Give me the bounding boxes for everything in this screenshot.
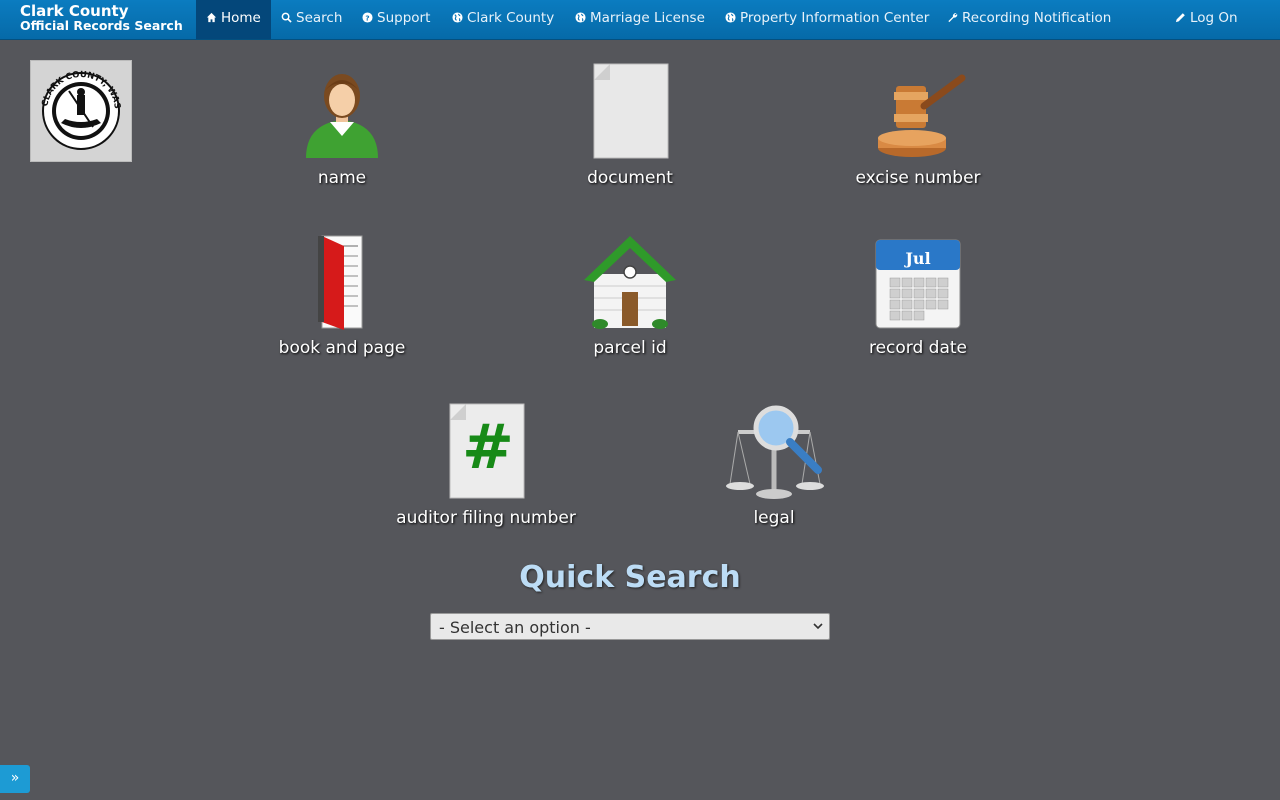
- home-icon: [206, 12, 217, 23]
- search-by-parcel-id-tile[interactable]: parcel id: [520, 232, 740, 358]
- house-icon: [584, 236, 676, 329]
- sidebar-expand-button[interactable]: »: [0, 765, 30, 793]
- search-by-book-and-page-tile[interactable]: book and page: [232, 232, 452, 358]
- search-by-document-tile[interactable]: document: [520, 62, 740, 188]
- question-circle-icon: ?: [362, 12, 373, 23]
- svg-text:?: ?: [365, 13, 369, 22]
- gavel-icon: [878, 74, 966, 157]
- nav-marriage-license[interactable]: Marriage License: [565, 0, 715, 39]
- brand-subtitle: Official Records Search: [20, 18, 183, 33]
- search-by-record-date-tile[interactable]: Jul record date: [808, 232, 1028, 358]
- nav-clark-county[interactable]: Clark County: [442, 0, 564, 39]
- calendar-month: Jul: [903, 249, 930, 268]
- nav-support-label: Support: [377, 10, 431, 26]
- nav-log-on-label: Log On: [1190, 10, 1238, 26]
- tile-label-excise-number: excise number: [855, 168, 981, 188]
- nav-search-label: Search: [296, 10, 343, 26]
- chevron-down-icon: [813, 623, 823, 630]
- county-seal-logo: CLARK COUNTY, WASHINGTON: [27, 54, 132, 162]
- nav-support[interactable]: ? Support: [352, 0, 440, 39]
- search-by-excise-number-tile[interactable]: excise number: [808, 62, 1028, 188]
- nav-clark-county-label: Clark County: [467, 10, 555, 26]
- brand[interactable]: Clark County Official Records Search: [20, 4, 183, 33]
- tile-label-name: name: [317, 168, 367, 188]
- document-icon: [593, 63, 669, 159]
- nav-marriage-license-label: Marriage License: [590, 10, 705, 26]
- book-icon: [318, 235, 363, 330]
- top-navbar: Clark County Official Records Search Hom…: [0, 0, 1280, 40]
- tile-label-legal: legal: [753, 508, 795, 528]
- globe-icon: [725, 12, 736, 23]
- nav-property-info-label: Property Information Center: [740, 10, 930, 26]
- quick-search-select[interactable]: - Select an option -: [430, 613, 830, 640]
- nav-log-on[interactable]: Log On: [1165, 0, 1248, 39]
- pencil-icon: [1175, 13, 1185, 23]
- seal-icon: CLARK COUNTY, WASHINGTON: [27, 54, 122, 150]
- hashtag-document-icon: #: [449, 403, 525, 499]
- tile-label-auditor-filing-number: auditor filing number: [396, 508, 576, 528]
- globe-icon: [575, 12, 586, 23]
- legal-scales-icon: [726, 405, 824, 499]
- search-by-legal-tile[interactable]: legal: [664, 402, 884, 528]
- nav-recording-notification[interactable]: Recording Notification: [937, 0, 1121, 39]
- nav-recording-notification-label: Recording Notification: [962, 10, 1112, 26]
- search-by-auditor-filing-number-tile[interactable]: # auditor filing number: [376, 402, 596, 528]
- hashtag-symbol: #: [462, 410, 514, 483]
- tile-label-parcel-id: parcel id: [593, 338, 667, 358]
- quick-search-title: Quick Search: [519, 560, 741, 595]
- nav-search[interactable]: Search: [271, 0, 352, 39]
- nav-home[interactable]: Home: [196, 0, 271, 39]
- globe-icon: [452, 12, 463, 23]
- search-icon: [281, 12, 292, 23]
- search-by-name-tile[interactable]: name: [232, 62, 452, 188]
- tile-label-record-date: record date: [868, 338, 968, 358]
- quick-search-selected-value: - Select an option -: [439, 618, 591, 637]
- wrench-icon: [948, 13, 958, 23]
- calendar-icon: Jul: [875, 239, 961, 329]
- tile-label-book-and-page: book and page: [278, 338, 406, 358]
- brand-title: Clark County: [20, 2, 129, 20]
- nav-home-label: Home: [221, 10, 261, 26]
- nav-property-info[interactable]: Property Information Center: [715, 0, 939, 39]
- person-icon: [306, 74, 378, 158]
- tile-label-document: document: [587, 168, 673, 188]
